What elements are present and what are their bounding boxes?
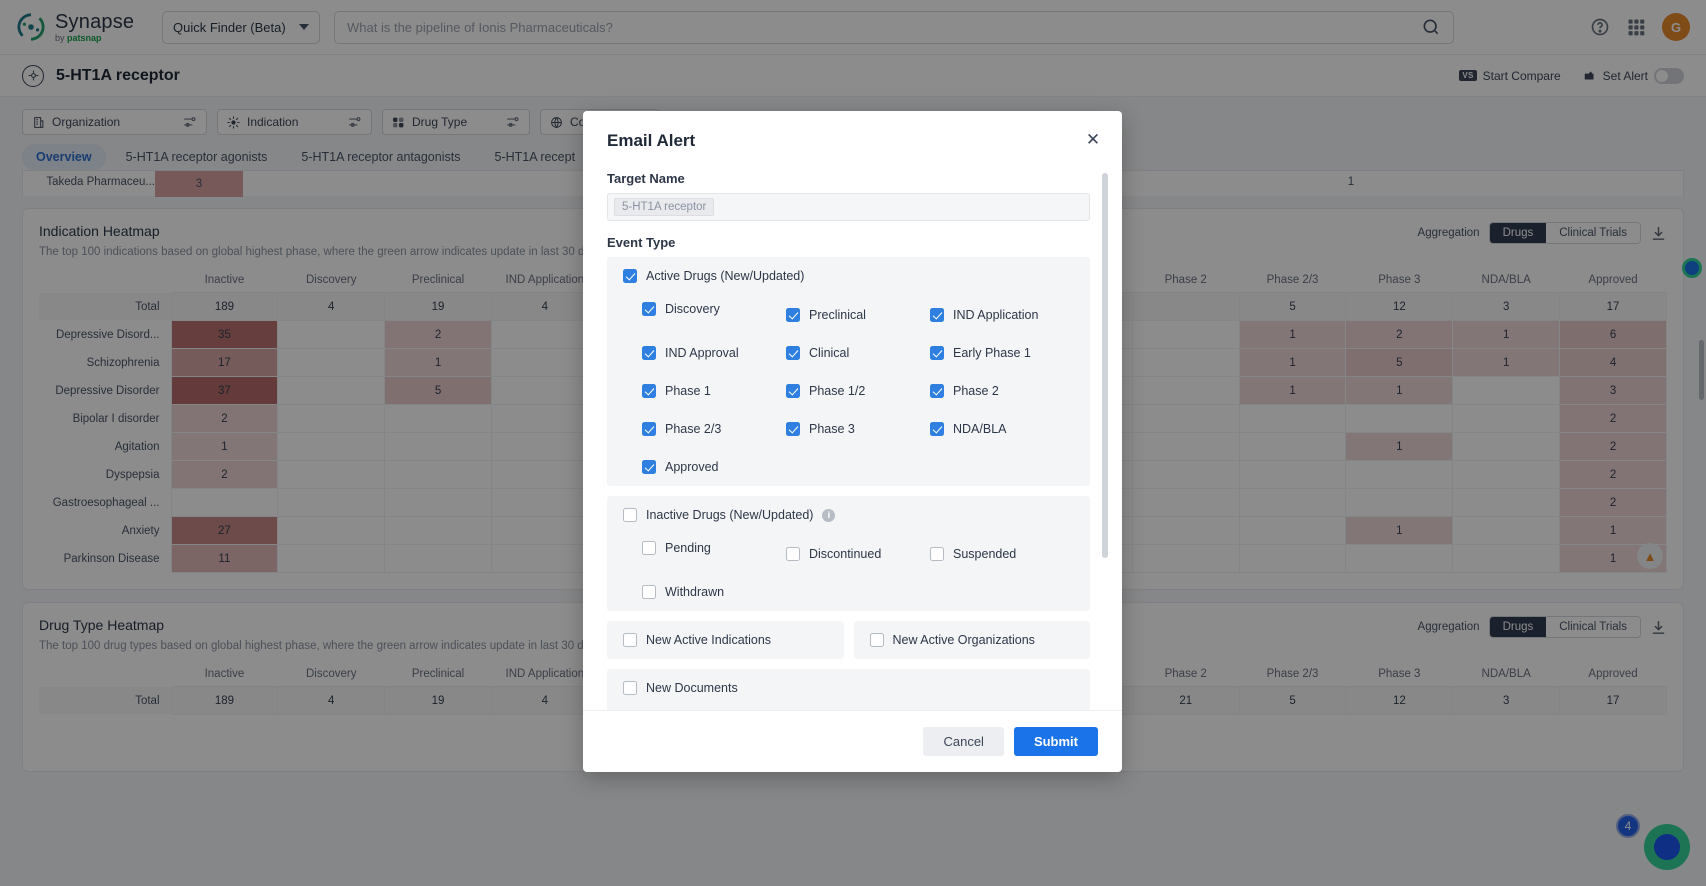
checkbox[interactable] xyxy=(786,422,800,436)
event-child-checkbox[interactable]: Discontinued xyxy=(786,547,930,561)
event-type-groups: Active Drugs (New/Updated) Discovery Precl… xyxy=(607,257,1090,710)
checkbox-label: Phase 2/3 xyxy=(665,422,722,436)
checkbox-label: Approved xyxy=(665,460,719,474)
checkbox-label: Phase 3 xyxy=(809,422,855,436)
event-child-checkbox[interactable]: Clinical Trials xyxy=(642,708,858,710)
dialog-footer: Cancel Submit xyxy=(583,710,1122,772)
event-group-inactive-drugs: Inactive Drugs (New/Updated) i Pending Disc… xyxy=(607,496,1090,611)
checkbox-label: Active Drugs (New/Updated) xyxy=(646,269,805,283)
checkbox-label: IND Application xyxy=(953,308,1039,322)
event-child-checkbox[interactable]: IND Approval xyxy=(642,346,786,360)
dialog-scrollbar[interactable] xyxy=(1102,173,1108,558)
target-name-chip: 5-HT1A receptor xyxy=(614,198,715,216)
event-child-checkbox[interactable]: Phase 1 xyxy=(642,384,786,398)
checkbox[interactable] xyxy=(642,585,656,599)
checkbox-label: Early Phase 1 xyxy=(953,346,1031,360)
checkbox-label: Pending xyxy=(665,541,711,555)
dialog-body: Target Name 5-HT1A receptor Event Type A… xyxy=(583,151,1122,710)
event-type-label: Event Type xyxy=(607,235,676,250)
checkbox-label: Phase 2 xyxy=(953,384,999,398)
event-group-active-drugs: Active Drugs (New/Updated) Discovery Precl… xyxy=(607,257,1090,486)
event-child-checkbox[interactable]: Phase 1/2 xyxy=(786,384,930,398)
event-child-checkbox[interactable]: Approved xyxy=(642,460,786,474)
standalone-panel: New Active Indications xyxy=(607,621,844,659)
checkbox[interactable] xyxy=(930,308,944,322)
target-name-label: Target Name xyxy=(607,171,685,186)
checkbox[interactable] xyxy=(930,346,944,360)
checkbox-label: Phase 1 xyxy=(665,384,711,398)
checkbox-label: Discontinued xyxy=(809,547,882,561)
checkbox[interactable] xyxy=(642,460,656,474)
checkbox[interactable] xyxy=(930,547,944,561)
dialog-title: Email Alert xyxy=(607,131,696,150)
checkbox-label: Withdrawn xyxy=(665,585,725,599)
checkbox[interactable] xyxy=(930,384,944,398)
event-child-checkbox[interactable]: Early Phase 1 xyxy=(930,346,1074,360)
event-group-parent-new-documents[interactable]: New Documents xyxy=(623,681,1074,695)
checkbox-label: New Active Indications xyxy=(646,633,772,647)
event-group-parent-inactive-drugs[interactable]: Inactive Drugs (New/Updated) i xyxy=(623,508,1074,522)
event-child-checkbox[interactable]: Phase 3 xyxy=(786,422,930,436)
checkbox-label: Phase 1/2 xyxy=(809,384,866,398)
info-icon[interactable]: i xyxy=(822,508,836,522)
event-child-checkbox[interactable]: Withdrawn xyxy=(642,585,786,599)
event-child-checkbox[interactable]: Phase 2 xyxy=(930,384,1074,398)
checkbox-label: New Documents xyxy=(646,681,738,695)
checkbox-label: IND Approval xyxy=(665,346,739,360)
checkbox-label: Discovery xyxy=(665,302,720,316)
checkbox-label: Clinical xyxy=(809,346,850,360)
checkbox[interactable] xyxy=(786,547,800,561)
event-group-children-active-drugs: Discovery Preclinical IND Application IND A… xyxy=(623,296,1074,474)
checkbox-label: Inactive Drugs (New/Updated) xyxy=(646,508,814,522)
checkbox[interactable] xyxy=(642,346,656,360)
checkbox[interactable] xyxy=(642,302,656,316)
checkbox[interactable] xyxy=(930,422,944,436)
checkbox[interactable] xyxy=(786,308,800,322)
checkbox[interactable] xyxy=(623,508,637,522)
event-child-checkbox[interactable]: NDA/BLA xyxy=(930,422,1074,436)
dialog-header: Email Alert ✕ xyxy=(583,111,1122,151)
event-child-checkbox[interactable]: Discovery xyxy=(642,296,786,322)
target-name-input: 5-HT1A receptor xyxy=(607,193,1090,221)
standalone-event-row: New Active Indications New Active Organiz… xyxy=(607,621,1090,659)
standalone-checkbox[interactable]: New Active Organizations xyxy=(869,633,1075,647)
event-group-parent-active-drugs[interactable]: Active Drugs (New/Updated) xyxy=(623,269,1074,283)
event-group-children-new-documents: Clinical TrialsPatentsLiteraturesNews xyxy=(623,708,1074,710)
event-group-children-inactive-drugs: Pending Discontinued Suspended Withdrawn xyxy=(623,535,1074,599)
event-child-checkbox[interactable]: Preclinical xyxy=(786,308,930,322)
checkbox-label: Suspended xyxy=(953,547,1017,561)
event-child-checkbox[interactable]: Suspended xyxy=(930,547,1074,561)
checkbox[interactable] xyxy=(623,633,637,647)
checkbox-label: Preclinical xyxy=(809,308,866,322)
submit-button[interactable]: Submit xyxy=(1013,727,1098,756)
checkbox[interactable] xyxy=(786,384,800,398)
standalone-checkbox[interactable]: New Active Indications xyxy=(623,633,828,647)
checkbox-label: NDA/BLA xyxy=(953,422,1007,436)
dialog-scroll-area[interactable]: Target Name 5-HT1A receptor Event Type A… xyxy=(607,171,1098,710)
checkbox[interactable] xyxy=(642,541,656,555)
close-icon[interactable]: ✕ xyxy=(1082,129,1104,151)
event-child-checkbox[interactable]: IND Application xyxy=(930,308,1074,322)
event-child-checkbox[interactable]: Pending xyxy=(642,535,786,561)
app-root: Synapse by patsnap Quick Finder (Beta) W… xyxy=(0,0,1706,886)
event-group-new-documents: New Documents Clinical TrialsPatentsLiter… xyxy=(607,669,1090,710)
email-alert-dialog: Email Alert ✕ Target Name 5-HT1A recepto… xyxy=(583,111,1122,772)
checkbox-label: New Active Organizations xyxy=(892,633,1035,647)
standalone-panel: New Active Organizations xyxy=(853,621,1090,659)
checkbox[interactable] xyxy=(786,346,800,360)
checkbox[interactable] xyxy=(869,633,884,647)
cancel-button[interactable]: Cancel xyxy=(923,727,1004,756)
checkbox[interactable] xyxy=(642,384,656,398)
checkbox[interactable] xyxy=(623,681,637,695)
event-child-checkbox[interactable]: Phase 2/3 xyxy=(642,422,786,436)
checkbox[interactable] xyxy=(623,269,637,283)
checkbox[interactable] xyxy=(642,422,656,436)
event-child-checkbox[interactable]: Clinical xyxy=(786,346,930,360)
